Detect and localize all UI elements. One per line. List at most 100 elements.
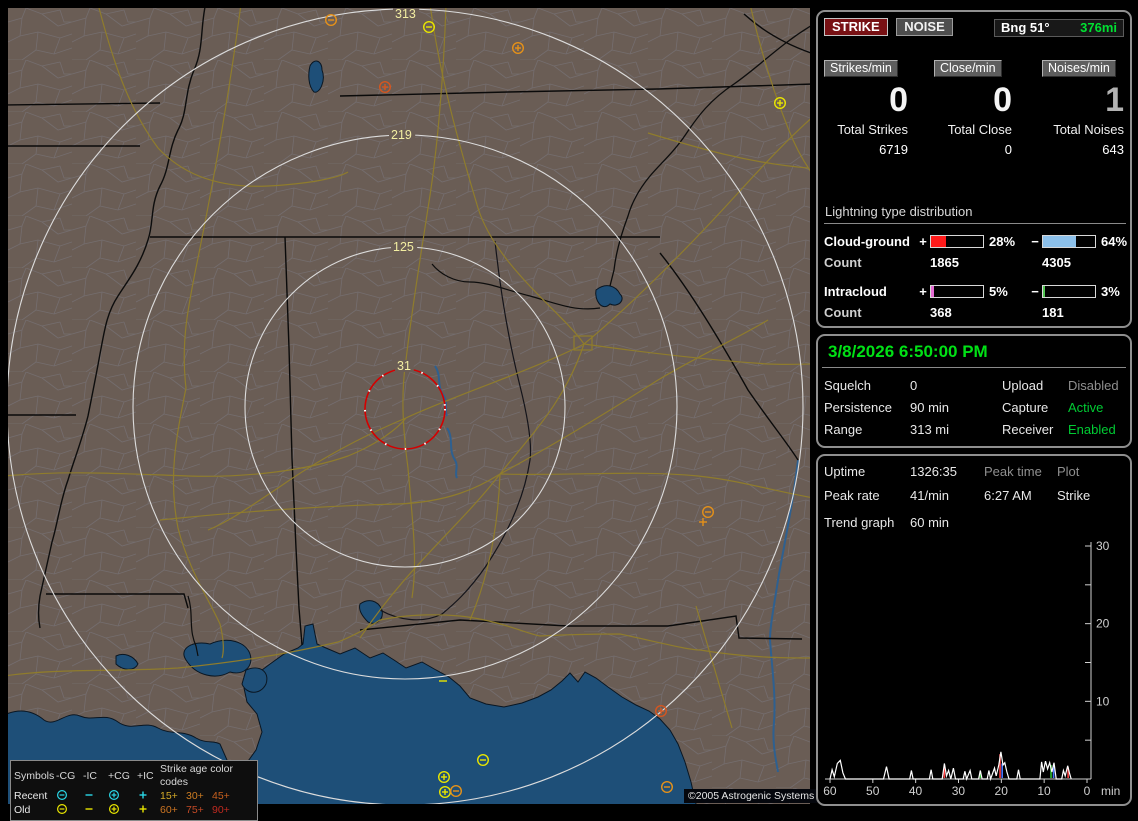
squelch-label: Squelch bbox=[824, 378, 910, 393]
strikes-per-min-label: Strikes/min bbox=[824, 60, 898, 77]
receiver-label: Receiver bbox=[1002, 422, 1068, 437]
cg-neg-recent-icon bbox=[56, 789, 83, 803]
lake-pickwick bbox=[309, 61, 323, 92]
lightning-map[interactable]: 31321912531 Symbols -CG -IC +CG +IC Stri… bbox=[8, 8, 810, 804]
legend-row-old-label: Old bbox=[14, 804, 56, 817]
svg-text:20: 20 bbox=[1096, 617, 1110, 631]
distribution-title: Lightning type distribution bbox=[824, 204, 1126, 224]
noises-per-min-label: Noises/min bbox=[1042, 60, 1116, 77]
close-per-min-label: Close/min bbox=[934, 60, 1002, 77]
session-panel: Uptime 1326:35 Peak time Plot Peak rate … bbox=[816, 454, 1132, 806]
ic-pos-percent: 5% bbox=[984, 284, 1028, 299]
ic-neg-old-icon bbox=[83, 803, 108, 817]
cg-pos-percent: 28% bbox=[984, 234, 1028, 249]
upload-label: Upload bbox=[1002, 378, 1068, 393]
close-per-min-value: 0 bbox=[910, 82, 1014, 118]
counters-panel: STRIKE NOISE Bng 51° 376mi Strikes/min 0… bbox=[816, 10, 1132, 328]
current-datetime: 3/8/2026 6:50:00 PM bbox=[822, 336, 1126, 368]
legend-header-cg-pos: +CG bbox=[108, 770, 137, 783]
svg-text:10: 10 bbox=[1096, 694, 1110, 708]
total-close-value: 0 bbox=[910, 142, 1014, 157]
svg-text:20: 20 bbox=[995, 784, 1009, 798]
age-code: 15+ bbox=[160, 790, 186, 803]
bearing-distance: 376mi bbox=[1080, 20, 1117, 35]
svg-text:min: min bbox=[1101, 784, 1120, 798]
age-code: 30+ bbox=[186, 790, 212, 803]
plus-sign: + bbox=[916, 234, 930, 249]
legend-age-title: Strike age color codes bbox=[160, 763, 238, 789]
cg-neg-count: 4305 bbox=[1042, 255, 1126, 270]
svg-text:60: 60 bbox=[823, 784, 837, 798]
age-code: 45+ bbox=[212, 790, 238, 803]
app-window: { "app": { "copyright": "©2005 Astrogeni… bbox=[0, 0, 1138, 812]
svg-text:30: 30 bbox=[952, 784, 966, 798]
cg-pos-old-icon bbox=[108, 803, 137, 817]
svg-text:31: 31 bbox=[397, 359, 411, 373]
minus-sign: − bbox=[1028, 234, 1042, 249]
trend-graph: 30 20 10 60 50 40 30 20 10 0 min bbox=[818, 456, 1134, 804]
legend-header-ic-pos: +IC bbox=[137, 770, 160, 783]
total-strikes-value: 6719 bbox=[824, 142, 910, 157]
strikes-column: Strikes/min 0 Total Strikes 6719 bbox=[824, 60, 910, 157]
strike-toggle-button[interactable]: STRIKE bbox=[824, 18, 888, 36]
svg-text:10: 10 bbox=[1037, 784, 1051, 798]
cg-neg-old-icon bbox=[56, 803, 83, 817]
ic-neg-bar bbox=[1042, 285, 1096, 298]
cloud-ground-label: Cloud-ground bbox=[824, 234, 916, 249]
svg-text:40: 40 bbox=[909, 784, 923, 798]
age-code: 90+ bbox=[212, 804, 238, 817]
cg-neg-bar bbox=[1042, 235, 1096, 248]
legend-row-recent-label: Recent bbox=[14, 790, 56, 803]
ic-count-label: Count bbox=[824, 305, 916, 320]
age-code: 60+ bbox=[160, 804, 186, 817]
copyright-notice: ©2005 Astrogenic Systems bbox=[684, 789, 818, 803]
noise-toggle-button[interactable]: NOISE bbox=[896, 18, 952, 36]
ic-neg-count: 181 bbox=[1042, 305, 1126, 320]
plus-sign: + bbox=[916, 284, 930, 299]
minus-sign: − bbox=[1028, 284, 1042, 299]
total-strikes-label: Total Strikes bbox=[824, 122, 910, 137]
ic-pos-bar bbox=[930, 285, 984, 298]
cg-pos-bar bbox=[930, 235, 984, 248]
range-label: Range bbox=[824, 422, 910, 437]
persistence-value: 90 min bbox=[910, 400, 1002, 415]
bearing-readout: Bng 51° 376mi bbox=[994, 19, 1124, 37]
close-column: Close/min 0 Total Close 0 bbox=[910, 60, 1014, 157]
ic-neg-recent-icon bbox=[83, 789, 108, 803]
cg-pos-count: 1865 bbox=[930, 255, 1028, 270]
svg-text:0: 0 bbox=[1084, 784, 1091, 798]
squelch-value: 0 bbox=[910, 378, 1002, 393]
svg-text:313: 313 bbox=[395, 8, 416, 21]
svg-text:219: 219 bbox=[391, 128, 412, 142]
status-panel: 3/8/2026 6:50:00 PM Squelch 0 Upload Dis… bbox=[816, 334, 1132, 448]
noises-per-min-value: 1 bbox=[1014, 82, 1126, 118]
capture-label: Capture bbox=[1002, 400, 1068, 415]
svg-text:30: 30 bbox=[1096, 539, 1110, 553]
total-noises-value: 643 bbox=[1014, 142, 1126, 157]
lightning-distribution: Lightning type distribution Cloud-ground… bbox=[824, 204, 1126, 324]
bearing-value: Bng 51° bbox=[1001, 20, 1050, 35]
lake-borgne bbox=[242, 668, 267, 692]
upload-status: Disabled bbox=[1068, 378, 1124, 393]
ic-neg-percent: 3% bbox=[1096, 284, 1126, 299]
receiver-status: Enabled bbox=[1068, 422, 1124, 437]
total-noises-label: Total Noises bbox=[1014, 122, 1126, 137]
total-close-label: Total Close bbox=[910, 122, 1014, 137]
svg-text:50: 50 bbox=[866, 784, 880, 798]
range-value: 313 mi bbox=[910, 422, 1002, 437]
capture-status: Active bbox=[1068, 400, 1124, 415]
cg-neg-percent: 64% bbox=[1096, 234, 1126, 249]
svg-text:125: 125 bbox=[393, 240, 414, 254]
map-canvas: 313 219 125 31 bbox=[8, 8, 810, 804]
ic-pos-count: 368 bbox=[930, 305, 1028, 320]
cg-pos-recent-icon bbox=[108, 789, 137, 803]
legend-header-ic-neg: -IC bbox=[83, 770, 108, 783]
ic-pos-recent-icon bbox=[137, 789, 160, 803]
age-code: 75+ bbox=[186, 804, 212, 817]
persistence-label: Persistence bbox=[824, 400, 910, 415]
strikes-per-min-value: 0 bbox=[824, 82, 910, 118]
noises-column: Noises/min 1 Total Noises 643 bbox=[1014, 60, 1126, 157]
legend-header-cg-neg: -CG bbox=[56, 770, 83, 783]
cg-count-label: Count bbox=[824, 255, 916, 270]
intracloud-label: Intracloud bbox=[824, 284, 916, 299]
